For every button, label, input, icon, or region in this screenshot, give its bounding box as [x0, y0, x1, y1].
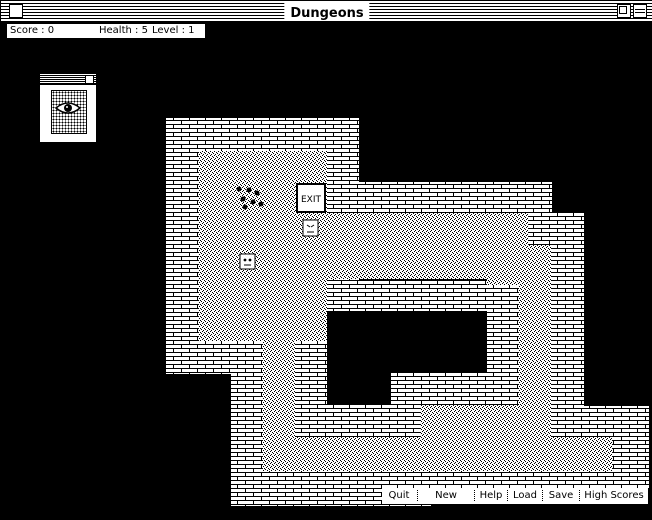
dark-pit [327, 311, 455, 373]
status-panel: Score : 0 Health : 5 Level : 1 [6, 23, 206, 39]
window-title: Dungeons [290, 6, 364, 21]
dark-pit [327, 371, 391, 405]
title-bar[interactable]: Dungeons [1, 1, 652, 22]
level-text: Level : 1 [152, 25, 195, 36]
collapse-box[interactable] [633, 4, 647, 18]
close-box[interactable] [9, 4, 23, 18]
help-button[interactable]: Help [476, 488, 506, 504]
zoom-box[interactable] [617, 4, 631, 18]
quit-button[interactable]: Quit [382, 488, 416, 504]
exit-label: EXIT [301, 195, 322, 205]
health-text: Health : 5 [99, 25, 148, 36]
look-palette-window[interactable] [39, 73, 97, 143]
separator [542, 490, 543, 502]
exit-door[interactable]: EXIT [296, 183, 326, 213]
dungeon-map: EXIT [166, 118, 649, 506]
separator [474, 490, 475, 502]
separator [417, 490, 418, 502]
separator [507, 490, 508, 502]
new-game-button[interactable]: New Game [419, 488, 473, 517]
look-button[interactable] [51, 90, 87, 134]
monster-icon[interactable] [239, 253, 256, 270]
separator [579, 490, 580, 502]
high-scores-button[interactable]: High Scores [581, 488, 647, 504]
palette-zoom-box[interactable] [85, 75, 94, 84]
eye-icon [55, 102, 81, 114]
command-bar: Quit New Game Help Load Save High Scores [382, 488, 648, 517]
score-text: Score : 0 [10, 25, 55, 36]
palette-title-bar[interactable] [40, 74, 96, 85]
title-wrap: Dungeons [284, 2, 370, 21]
game-window: EXIT Dungeons Score: 0 Health: 5 Level… [0, 0, 652, 517]
save-button[interactable]: Save [544, 488, 578, 504]
player-icon[interactable] [302, 219, 319, 237]
load-button[interactable]: Load [509, 488, 541, 504]
